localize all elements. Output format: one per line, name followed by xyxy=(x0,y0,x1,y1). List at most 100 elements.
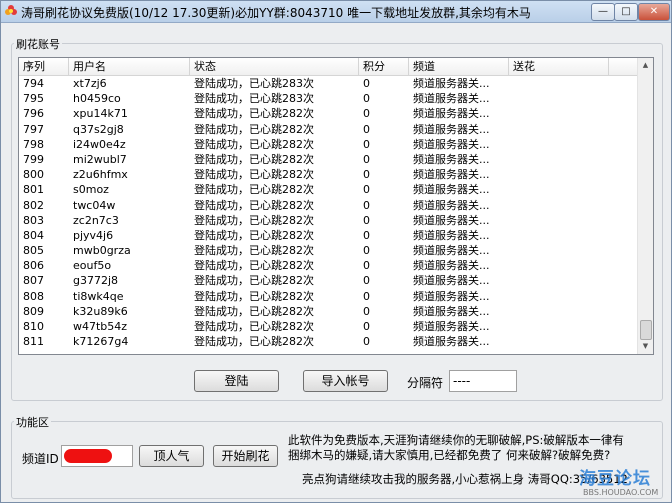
table-row[interactable]: 808 ti8wk4qe 登陆成功，已心跳282次 0 频道服务器关... xyxy=(19,289,638,304)
cell-status: 登陆成功，已心跳282次 xyxy=(194,137,314,151)
cell-user: i24w0e4z xyxy=(73,137,126,151)
cell-user: xt7zj6 xyxy=(73,77,107,90)
cell-channel: 频道服务器关... xyxy=(413,92,490,106)
table-row[interactable]: 803 zc2n7c3 登陆成功，已心跳282次 0 频道服务器关... xyxy=(19,213,638,228)
table-row[interactable]: 809 k32u89k6 登陆成功，已心跳282次 0 频道服务器关... xyxy=(19,304,638,319)
cell-user: mwb0grza xyxy=(73,244,131,258)
cell-status: 登陆成功，已心跳282次 xyxy=(194,244,314,258)
cell-seq: 808 xyxy=(23,289,44,303)
table-row[interactable]: 807 g3772j8 登陆成功，已心跳282次 0 频道服务器关... xyxy=(19,273,638,288)
cell-status: 登陆成功，已心跳282次 xyxy=(194,335,314,349)
table-row[interactable]: 800 z2u6hfmx 登陆成功，已心跳282次 0 频道服务器关... xyxy=(19,167,638,182)
watermark-main-text: 海豆论坛 xyxy=(579,469,651,489)
column-header-channel[interactable]: 频道 xyxy=(409,58,509,75)
column-header-user[interactable]: 用户名 xyxy=(69,58,190,75)
table-row[interactable]: 796 xpu14k71 登陆成功，已心跳282次 0 频道服务器关... xyxy=(19,106,638,121)
cell-seq: 797 xyxy=(23,122,44,136)
cell-channel: 频道服务器关... xyxy=(413,168,490,182)
cell-user: twc04w xyxy=(73,198,116,212)
cell-user: q37s2gj8 xyxy=(73,122,124,136)
cell-user: xpu14k71 xyxy=(73,107,128,121)
accounts-group-label: 刷花账号 xyxy=(14,36,62,52)
cell-seq: 811 xyxy=(23,335,44,349)
cell-points: 0 xyxy=(363,137,370,151)
table-row[interactable]: 798 i24w0e4z 登陆成功，已心跳282次 0 频道服务器关... xyxy=(19,137,638,152)
redaction-mark xyxy=(64,449,112,463)
table-row[interactable]: 805 mwb0grza 登陆成功，已心跳282次 0 频道服务器关... xyxy=(19,243,638,258)
separator-label: 分隔符 xyxy=(407,376,444,390)
table-row[interactable]: 804 pjyv4j6 登陆成功，已心跳282次 0 频道服务器关... xyxy=(19,228,638,243)
cell-status: 登陆成功，已心跳282次 xyxy=(194,259,314,273)
cell-channel: 频道服务器关... xyxy=(413,137,490,151)
notice-line-1: 此软件为免费版本,天涯狗请继续你的无聊破解,PS:破解版本一律有 xyxy=(288,433,624,447)
cell-seq: 806 xyxy=(23,259,44,273)
cell-channel: 频道服务器关... xyxy=(413,274,490,288)
functions-group-label: 功能区 xyxy=(14,414,51,430)
channel-id-input[interactable] xyxy=(61,445,133,467)
vertical-scrollbar[interactable]: ▲ ▼ xyxy=(637,58,653,354)
table-row[interactable]: 794 xt7zj6 登陆成功，已心跳283次 0 频道服务器关... xyxy=(19,76,638,91)
table-row[interactable]: 811 k71267g4 登陆成功，已心跳282次 0 频道服务器关... xyxy=(19,334,638,349)
app-flower-icon xyxy=(5,5,17,15)
minimize-button[interactable]: — xyxy=(591,3,615,21)
window-title: 涛哥刷花协议免费版(10/12 17.30更新)必加YY群:8043710 唯一… xyxy=(21,6,531,20)
watermark-sub-text: BBS.HOUDAO.COM xyxy=(583,488,659,497)
list-rows: 794 xt7zj6 登陆成功，已心跳283次 0 频道服务器关... 795 h0459c… xyxy=(19,76,638,349)
accounts-list[interactable]: 序列 用户名 状态 积分 频道 送花 794 xt7zj6 登陆成功，已心跳283次… xyxy=(18,57,654,355)
table-row[interactable]: 801 s0moz 登陆成功，已心跳282次 0 频道服务器关... xyxy=(19,182,638,197)
scroll-thumb[interactable] xyxy=(640,320,652,340)
start-flower-button[interactable]: 开始刷花 xyxy=(213,445,278,467)
cell-channel: 频道服务器关... xyxy=(413,335,490,349)
cell-user: s0moz xyxy=(73,183,109,197)
column-header-points[interactable]: 积分 xyxy=(359,58,409,75)
cell-points: 0 xyxy=(363,228,370,242)
table-row[interactable]: 795 h0459co 登陆成功，已心跳283次 0 频道服务器关... xyxy=(19,91,638,106)
column-header-status[interactable]: 状态 xyxy=(190,58,359,75)
cell-seq: 807 xyxy=(23,274,44,288)
cell-status: 登陆成功，已心跳283次 xyxy=(194,77,314,90)
popularity-button[interactable]: 顶人气 xyxy=(139,445,204,467)
cell-points: 0 xyxy=(363,335,370,349)
cell-points: 0 xyxy=(363,213,370,227)
scroll-up-arrow-icon[interactable]: ▲ xyxy=(638,58,653,73)
cell-points: 0 xyxy=(363,198,370,212)
table-row[interactable]: 797 q37s2gj8 登陆成功，已心跳282次 0 频道服务器关... xyxy=(19,122,638,137)
cell-seq: 799 xyxy=(23,152,44,166)
cell-user: z2u6hfmx xyxy=(73,168,128,182)
scroll-down-arrow-icon[interactable]: ▼ xyxy=(638,339,653,354)
title-bar[interactable]: 涛哥刷花协议免费版(10/12 17.30更新)必加YY群:8043710 唯一… xyxy=(1,1,671,23)
cell-user: ti8wk4qe xyxy=(73,289,124,303)
maximize-button[interactable]: □ xyxy=(614,3,638,21)
table-row[interactable]: 806 eouf5o 登陆成功，已心跳282次 0 频道服务器关... xyxy=(19,258,638,273)
cell-seq: 794 xyxy=(23,77,44,90)
cell-user: pjyv4j6 xyxy=(73,228,114,242)
cell-status: 登陆成功，已心跳282次 xyxy=(194,183,314,197)
cell-points: 0 xyxy=(363,92,370,106)
table-row[interactable]: 810 w47tb54z 登陆成功，已心跳282次 0 频道服务器关... xyxy=(19,319,638,334)
close-button[interactable]: ✕ xyxy=(638,3,670,21)
cell-points: 0 xyxy=(363,320,370,333)
cell-user: mi2wubl7 xyxy=(73,152,127,166)
cell-user: zc2n7c3 xyxy=(73,213,119,227)
login-button[interactable]: 登陆 xyxy=(194,370,279,392)
cell-channel: 频道服务器关... xyxy=(413,183,490,197)
cell-status: 登陆成功，已心跳283次 xyxy=(194,92,314,106)
cell-channel: 频道服务器关... xyxy=(413,152,490,166)
cell-seq: 809 xyxy=(23,304,44,318)
separator-input[interactable]: ---- xyxy=(449,370,517,392)
column-header-flower[interactable]: 送花 xyxy=(509,58,609,75)
cell-user: eouf5o xyxy=(73,259,112,273)
cell-seq: 801 xyxy=(23,183,44,197)
import-accounts-button[interactable]: 导入帐号 xyxy=(303,370,388,392)
cell-channel: 频道服务器关... xyxy=(413,320,490,333)
cell-points: 0 xyxy=(363,152,370,166)
cell-seq: 800 xyxy=(23,168,44,182)
column-header-seq[interactable]: 序列 xyxy=(19,58,69,75)
table-row[interactable]: 799 mi2wubl7 登陆成功，已心跳282次 0 频道服务器关... xyxy=(19,152,638,167)
cell-points: 0 xyxy=(363,168,370,182)
cell-points: 0 xyxy=(363,289,370,303)
table-row[interactable]: 802 twc04w 登陆成功，已心跳282次 0 频道服务器关... xyxy=(19,198,638,213)
cell-seq: 804 xyxy=(23,228,44,242)
cell-channel: 频道服务器关... xyxy=(413,122,490,136)
cell-seq: 795 xyxy=(23,92,44,106)
